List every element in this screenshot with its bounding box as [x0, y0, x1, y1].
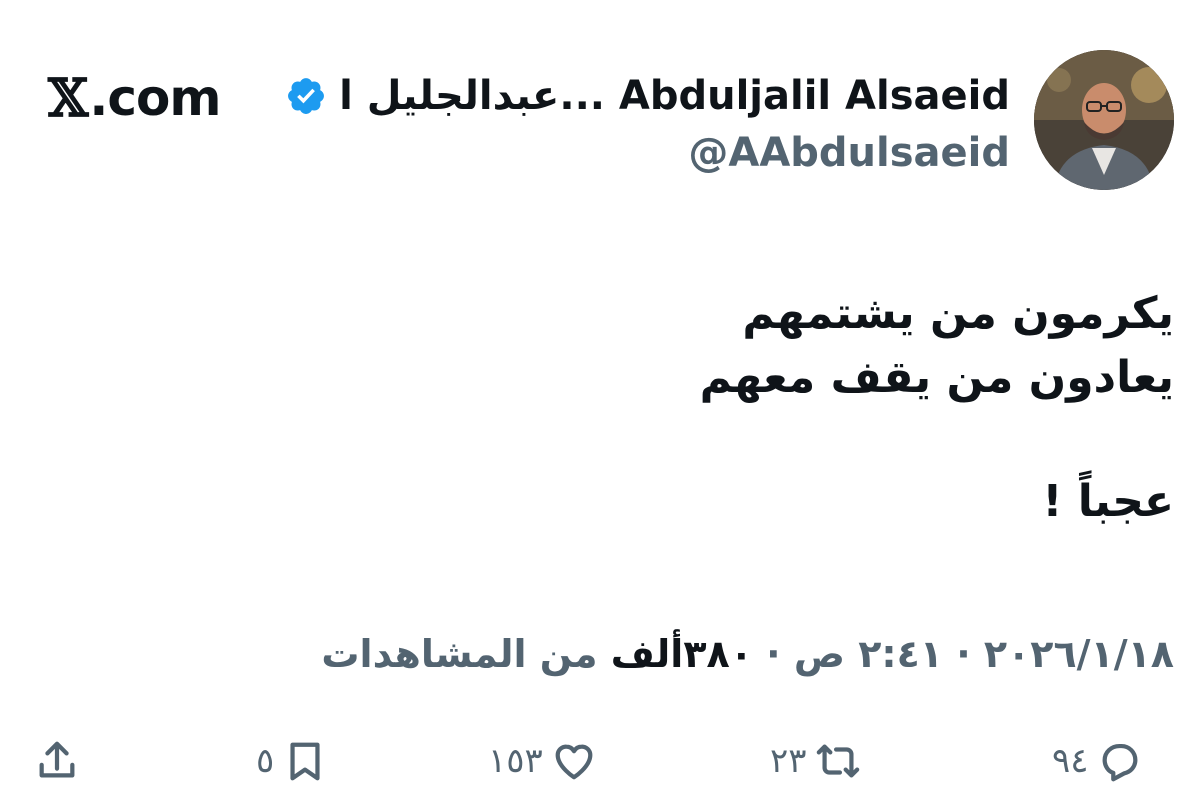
tweet-date[interactable]: ٢٠٢٦/١/١٨ — [984, 632, 1174, 676]
tweet-text: يكرمون من يشتمهم يعادون من يقف معهم عجبا… — [174, 282, 1174, 534]
x-com-logo[interactable]: 𝕏 .com — [48, 67, 221, 129]
meta-separator-2: · — [752, 632, 794, 676]
tweet-line-2: يعادون من يقف معهم — [699, 352, 1174, 403]
bookmark-count: ٥ — [256, 741, 275, 781]
repost-button[interactable]: ٢٣ — [770, 736, 861, 786]
bookmark-icon — [290, 742, 320, 781]
tweet-meta: ٢٠٢٦/١/١٨ · ٢:٤١ ص · ٣٨٠ألف من المشاهدات — [321, 632, 1174, 676]
views-label: من المشاهدات — [321, 632, 611, 676]
x-logo-icon: 𝕏 — [48, 67, 88, 129]
views-count: ٣٨٠ألف — [610, 632, 753, 676]
profile-photo-icon — [1034, 50, 1174, 190]
bookmark-button[interactable]: ٥ — [256, 736, 328, 786]
tweet-line-spacer — [174, 410, 1174, 470]
author-handle[interactable]: @AAbdulsaeid — [688, 130, 1010, 176]
reply-button[interactable]: ٩٤ — [1052, 736, 1143, 786]
meta-separator-1: · — [942, 632, 984, 676]
avatar[interactable] — [1034, 50, 1174, 190]
author-name-row[interactable]: عبدالجليل ا... Abduljalil Alsaeid — [285, 68, 1010, 124]
repost-icon — [816, 744, 859, 778]
share-icon — [39, 741, 75, 778]
heart-icon — [555, 744, 593, 780]
tweet-line-1: يكرمون من يشتمهم — [742, 288, 1174, 339]
reply-icon — [1102, 743, 1137, 782]
like-count: ١٥٣ — [488, 741, 543, 781]
reply-count: ٩٤ — [1052, 741, 1089, 781]
author-display-name: عبدالجليل ا... Abduljalil Alsaeid — [339, 73, 1010, 119]
action-bar: ٩٤ ٢٣ ١٥٣ ٥ — [0, 730, 1200, 790]
repost-count: ٢٣ — [770, 741, 807, 781]
like-button[interactable]: ١٥٣ — [488, 736, 597, 786]
share-button[interactable] — [34, 736, 80, 786]
verified-badge-icon — [288, 78, 324, 114]
logo-text: .com — [89, 69, 221, 127]
tweet-line-3: عجباً ! — [1042, 476, 1174, 527]
tweet-time[interactable]: ٢:٤١ ص — [794, 632, 943, 676]
